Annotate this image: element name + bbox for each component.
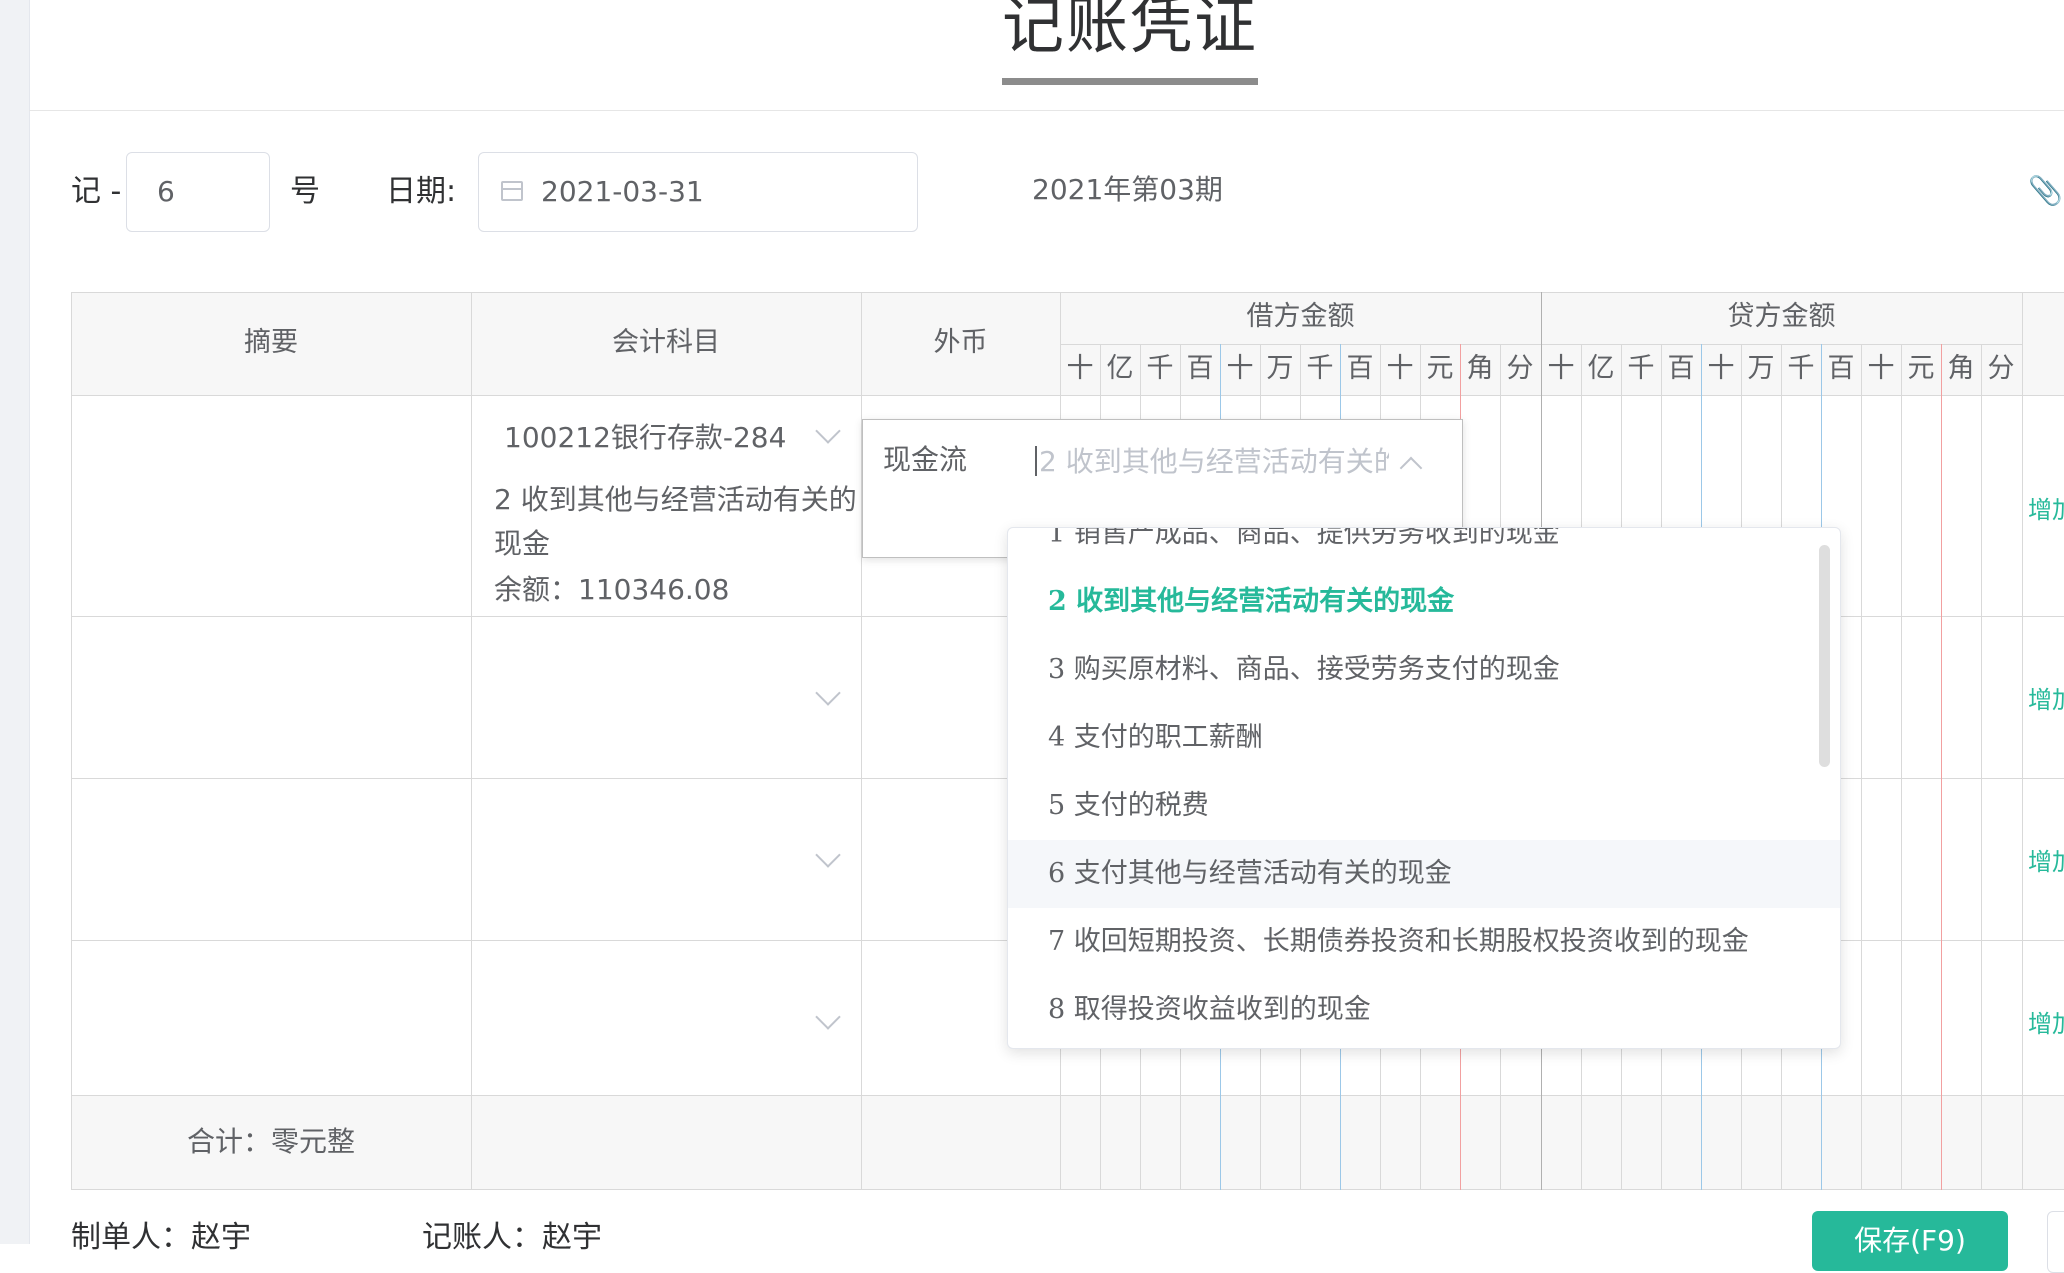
dropdown-option[interactable]: 1 销售产成品、商品、提供劳务收到的现金 <box>1008 528 1840 568</box>
grid-line <box>471 292 472 1190</box>
secondary-button[interactable] <box>2047 1211 2064 1273</box>
row1-cashflow-line2: 现金 <box>494 527 551 560</box>
digit-unit-label: 亿 <box>1106 353 1134 384</box>
grid-line <box>2022 292 2023 1190</box>
digit-unit-label: 十 <box>1867 353 1895 384</box>
dropdown-option[interactable]: 7 收回短期投资、长期债券投资和长期股权投资收到的现金 <box>1008 908 1840 976</box>
grid-line <box>71 1095 2064 1096</box>
date-label: 日期: <box>386 174 457 209</box>
digit-unit-label: 十 <box>1066 353 1094 384</box>
digit-unit-label: 角 <box>1947 353 1975 384</box>
digit-unit-label: 十 <box>1547 353 1575 384</box>
digit-column-line <box>1901 344 1902 1190</box>
voucher-number-input[interactable]: 6 <box>126 152 270 232</box>
digit-column-line <box>1861 344 1862 1190</box>
row1-cashflow-line: 2 收到其他与经营活动有关的 <box>494 483 857 516</box>
chevron-down-icon[interactable] <box>815 842 841 868</box>
grid-line <box>71 395 2064 396</box>
header-credit: 贷方金额 <box>1727 301 1836 332</box>
dropdown-option[interactable]: 3 购买原材料、商品、接受劳务支付的现金 <box>1008 636 1840 704</box>
chevron-down-icon[interactable] <box>815 1004 841 1030</box>
voucher-suffix: 号 <box>290 174 320 209</box>
header-currency: 外币 <box>933 327 988 358</box>
digit-unit-label: 百 <box>1186 353 1214 384</box>
digit-unit-label: 千 <box>1146 353 1174 384</box>
digit-unit-label: 千 <box>1787 353 1815 384</box>
digit-unit-label: 百 <box>1667 353 1695 384</box>
digit-unit-label: 十 <box>1386 353 1414 384</box>
digit-unit-label: 万 <box>1266 353 1294 384</box>
chevron-up-icon[interactable] <box>1399 456 1423 480</box>
digit-unit-label: 十 <box>1707 353 1735 384</box>
left-scroll-gutter <box>0 0 30 1244</box>
digit-unit-label: 分 <box>1987 353 2015 384</box>
dropdown-option[interactable]: 8 取得投资收益收到的现金 <box>1008 976 1840 1044</box>
cashflow-label: 现金流 <box>883 443 968 476</box>
maker-label: 制单人：赵宇 <box>71 1220 251 1255</box>
row2-add-link[interactable]: 增加 <box>2028 680 2064 715</box>
attachment-icon[interactable]: 📎 <box>2028 174 2064 208</box>
chevron-down-icon[interactable] <box>815 418 841 444</box>
digit-unit-label: 角 <box>1466 353 1494 384</box>
dropdown-option[interactable]: 4 支付的职工薪酬 <box>1008 704 1840 772</box>
dropdown-option-selected[interactable]: 2 收到其他与经营活动有关的现金 <box>1008 568 1840 636</box>
digit-unit-label: 百 <box>1346 353 1374 384</box>
cashflow-dropdown: 1 销售产成品、商品、提供劳务收到的现金 2 收到其他与经营活动有关的现金 3 … <box>1007 527 1841 1049</box>
grid-line <box>71 292 72 1190</box>
cashflow-select-input[interactable]: 2 收到其他与经营活动有关的现金 <box>1039 440 1389 484</box>
voucher-prefix: 记 - <box>71 174 122 209</box>
row4-add-link[interactable]: 增加 <box>2028 1004 2064 1039</box>
header-summary: 摘要 <box>244 327 298 358</box>
row1-add-link[interactable]: 增加 <box>2028 490 2064 525</box>
total-amount-words: 合计：零元整 <box>186 1125 355 1158</box>
digit-unit-label: 亿 <box>1587 353 1615 384</box>
calendar-icon <box>501 181 523 201</box>
header-divider <box>29 110 2064 111</box>
grid-line <box>71 292 2064 293</box>
row1-balance: 余额：110346.08 <box>494 573 730 606</box>
digit-unit-label: 万 <box>1747 353 1775 384</box>
digit-unit-label: 元 <box>1907 353 1935 384</box>
grid-line <box>71 1189 2064 1190</box>
digit-unit-label: 千 <box>1627 353 1655 384</box>
dropdown-option-hovered[interactable]: 6 支付其他与经营活动有关的现金 <box>1008 840 1840 908</box>
header-account: 会计科目 <box>612 327 720 358</box>
row1-account-value[interactable]: 100212银行存款-284 <box>504 416 786 460</box>
dropdown-scrollbar[interactable] <box>1819 545 1830 767</box>
text-cursor <box>1035 446 1037 476</box>
date-picker-input[interactable]: 2021-03-31 <box>478 152 918 232</box>
digit-column-line <box>1941 344 1942 1190</box>
digit-unit-label: 千 <box>1306 353 1334 384</box>
chevron-down-icon[interactable] <box>815 680 841 706</box>
digit-unit-label: 十 <box>1226 353 1254 384</box>
row3-add-link[interactable]: 增加 <box>2028 842 2064 877</box>
digit-unit-label: 分 <box>1506 353 1534 384</box>
voucher-number-value: 6 <box>157 175 175 208</box>
digit-unit-label: 元 <box>1426 353 1454 384</box>
digit-unit-label: 百 <box>1827 353 1855 384</box>
title-underline <box>1002 78 1258 85</box>
header-debit: 借方金额 <box>1246 301 1355 332</box>
bookkeeper-label: 记账人：赵宇 <box>422 1220 602 1255</box>
dropdown-option[interactable]: 5 支付的税费 <box>1008 772 1840 840</box>
page-title: 记账凭证 <box>1002 0 1259 62</box>
date-value: 2021-03-31 <box>541 175 704 208</box>
digit-column-line <box>1981 344 1982 1190</box>
save-button[interactable]: 保存(F9) <box>1812 1211 2008 1271</box>
accounting-period: 2021年第03期 <box>1032 173 1223 206</box>
